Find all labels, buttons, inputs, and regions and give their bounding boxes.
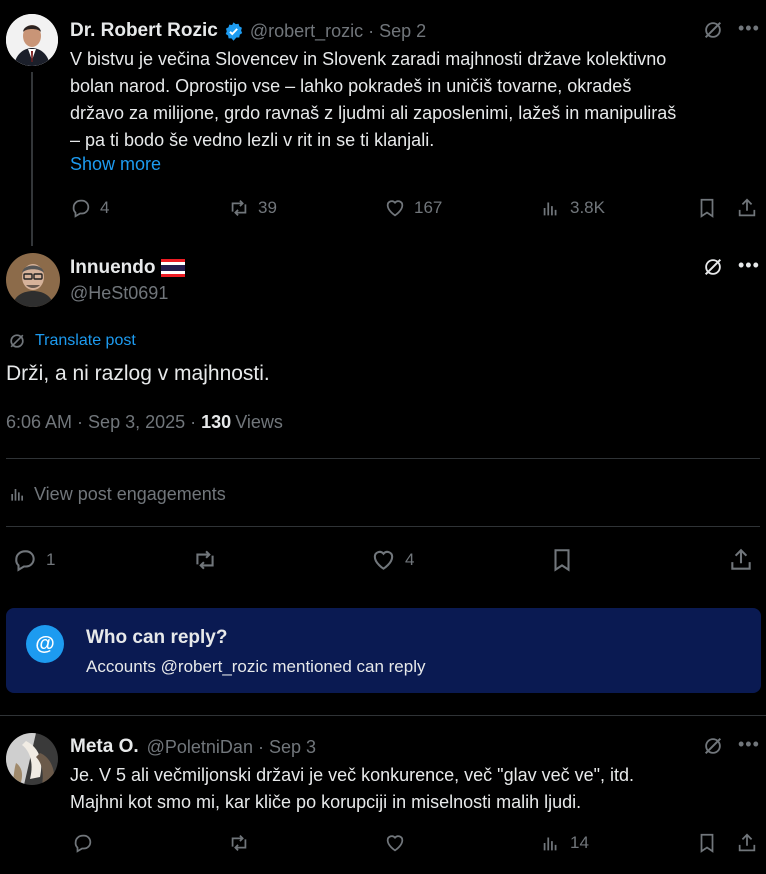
translate-label: Translate post <box>35 332 136 349</box>
like-count: 167 <box>414 198 443 217</box>
post-text-line: Majhni kot smo mi, kar kliče po korupcij… <box>70 792 582 812</box>
more-options-icon[interactable]: ••• <box>738 734 760 755</box>
avatar[interactable] <box>6 14 58 66</box>
author-handle[interactable]: @robert_rozic <box>250 21 363 42</box>
post-text-line: Je. V 5 ali večmiljonski državi je več k… <box>70 765 635 785</box>
avatar[interactable] <box>6 733 58 785</box>
reply-button[interactable]: 1 <box>12 547 55 573</box>
verified-badge-icon <box>223 21 244 42</box>
bookmark-button[interactable] <box>696 832 718 854</box>
post-date[interactable]: Sep 3 <box>269 737 316 758</box>
more-options-icon[interactable]: ••• <box>738 18 760 39</box>
avatar[interactable] <box>6 253 60 307</box>
post-date[interactable]: Sep 2 <box>379 21 426 42</box>
who-can-reply-subtitle: Accounts @robert_rozic mentioned can rep… <box>86 657 426 676</box>
author-name[interactable]: Meta O. <box>70 736 139 758</box>
view-count: 3.8K <box>570 198 605 217</box>
dot-separator: · <box>257 736 264 757</box>
grok-icon <box>10 334 24 348</box>
reply-icon <box>74 834 92 853</box>
bookmark-icon <box>700 833 714 853</box>
like-button[interactable]: 4 <box>370 547 414 573</box>
divider <box>6 458 760 459</box>
divider <box>0 715 766 716</box>
show-more-link[interactable]: Show more <box>70 154 161 175</box>
bookmark-button[interactable] <box>549 547 575 573</box>
author-name[interactable]: Innuendo <box>70 257 155 279</box>
reply-icon <box>72 199 90 218</box>
repost-button[interactable] <box>228 832 250 854</box>
repost-icon <box>231 200 247 216</box>
repost-button[interactable]: 39 <box>228 197 277 219</box>
post-text-line: – pa ti bodo še vedno lezli v rit in se … <box>70 130 435 150</box>
post-time[interactable]: 6:06 AM <box>6 412 72 433</box>
repost-count: 39 <box>258 198 277 217</box>
reply-button[interactable]: 4 <box>70 197 109 219</box>
bookmark-icon <box>700 198 714 218</box>
post-text-line: bolan narod. Oprostijo vse – lahko pokra… <box>70 76 632 96</box>
share-icon <box>738 833 756 852</box>
who-can-reply-title: Who can reply? <box>86 627 228 648</box>
author-handle[interactable]: @PoletniDan <box>147 737 253 758</box>
engagements-label: View post engagements <box>34 483 226 504</box>
reply-count: 1 <box>46 550 56 569</box>
analytics-icon <box>11 489 23 501</box>
thread-line <box>31 72 33 246</box>
post-text-line: državo za milijone, grdo ravnaš z ljudmi… <box>70 103 677 123</box>
post-text: V bistvu je večina Slovencev in Slovenk … <box>70 46 760 154</box>
share-icon <box>738 198 756 217</box>
heart-icon <box>386 200 404 217</box>
more-options-icon[interactable]: ••• <box>738 255 760 276</box>
bookmark-icon <box>554 549 570 572</box>
who-can-reply-box: @ Who can reply? Accounts @robert_rozic … <box>6 608 761 693</box>
heart-icon <box>386 835 404 852</box>
bookmark-button[interactable] <box>696 197 718 219</box>
post-metadata: 6:06 AM · Sep 3, 2025 · 130 Views <box>6 412 283 433</box>
dot-separator: · <box>368 20 375 41</box>
translate-post-link[interactable]: Translate post <box>7 331 136 351</box>
thailand-flag-icon <box>161 259 186 277</box>
reply-icon <box>15 550 35 572</box>
mention-icon: @ <box>26 625 64 663</box>
repost-button[interactable] <box>191 547 219 573</box>
view-engagements-link[interactable]: View post engagements <box>8 483 226 505</box>
reply-button[interactable] <box>72 832 94 854</box>
share-button[interactable] <box>736 832 758 854</box>
analytics-icon <box>543 837 557 851</box>
view-count: 14 <box>570 833 589 852</box>
grok-icon[interactable] <box>702 256 724 278</box>
author-name[interactable]: Dr. Robert Rozic <box>70 20 218 42</box>
post-text-line: V bistvu je večina Slovencev in Slovenk … <box>70 49 667 69</box>
like-button[interactable] <box>384 832 406 854</box>
like-button[interactable]: 167 <box>384 197 442 219</box>
views-button[interactable]: 14 <box>540 832 589 854</box>
share-icon <box>731 548 751 570</box>
repost-icon <box>231 835 247 851</box>
views-label: Views <box>235 412 283 432</box>
share-button[interactable] <box>728 547 754 573</box>
like-count: 4 <box>405 550 415 569</box>
repost-icon <box>196 550 214 570</box>
divider <box>6 526 760 527</box>
views-button[interactable]: 3.8K <box>540 197 605 219</box>
grok-icon[interactable] <box>702 735 724 757</box>
views-count: 130 <box>201 412 232 432</box>
share-button[interactable] <box>736 197 758 219</box>
heart-icon <box>373 550 394 570</box>
post-text: Je. V 5 ali večmiljonski državi je več k… <box>70 762 760 816</box>
post-text: Drži, a ni razlog v majhnosti. <box>6 362 270 385</box>
analytics-icon <box>543 202 557 216</box>
reply-count: 4 <box>100 198 110 217</box>
grok-icon[interactable] <box>702 19 724 41</box>
post-date[interactable]: Sep 3, 2025 <box>88 412 185 433</box>
author-handle[interactable]: @HeSt0691 <box>70 283 168 304</box>
